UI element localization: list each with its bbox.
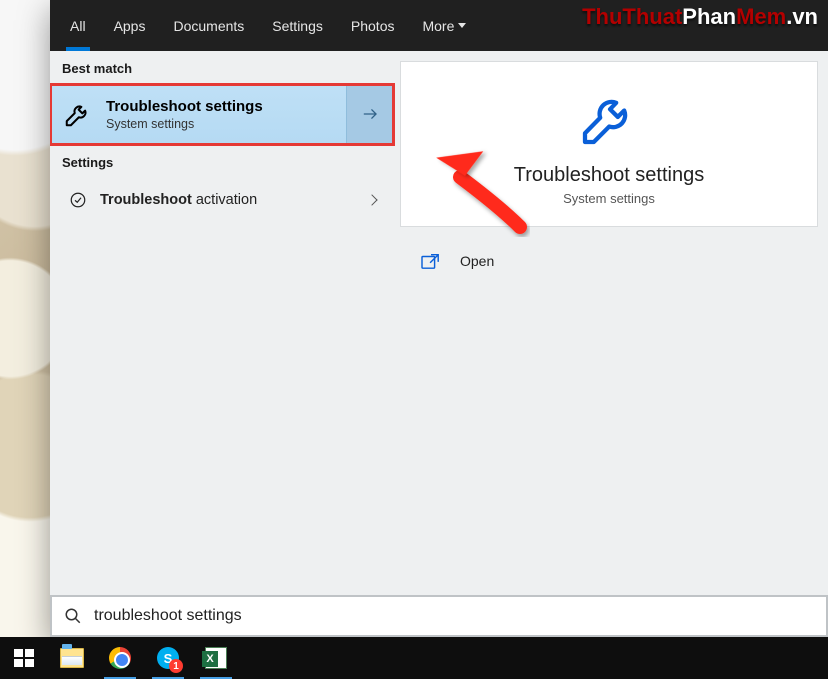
chevron-right-icon bbox=[366, 194, 377, 205]
best-match-result[interactable]: Troubleshoot settings System settings bbox=[50, 84, 394, 145]
tab-all[interactable]: All bbox=[56, 0, 100, 51]
taskbar-excel[interactable] bbox=[192, 637, 240, 679]
tab-settings[interactable]: Settings bbox=[258, 0, 337, 51]
tab-documents[interactable]: Documents bbox=[159, 0, 258, 51]
tab-photos[interactable]: Photos bbox=[337, 0, 409, 51]
chevron-down-icon bbox=[458, 23, 466, 28]
watermark: ThuThuatPhanMem.vn bbox=[582, 4, 818, 30]
wrench-icon bbox=[577, 86, 641, 150]
results-list: Best match Troubleshoot settings System … bbox=[50, 51, 394, 595]
search-filter-tabs: All Apps Documents Settings Photos More … bbox=[50, 0, 828, 51]
start-button[interactable] bbox=[0, 637, 48, 679]
tab-more[interactable]: More bbox=[408, 0, 480, 51]
taskbar-skype[interactable]: S 1 bbox=[144, 637, 192, 679]
notification-badge: 1 bbox=[169, 659, 183, 673]
chrome-icon bbox=[109, 647, 131, 669]
detail-subtitle: System settings bbox=[563, 191, 655, 206]
result-detail-pane: Troubleshoot settings System settings Op… bbox=[394, 51, 828, 595]
tab-more-label: More bbox=[422, 18, 454, 34]
detail-card: Troubleshoot settings System settings bbox=[400, 61, 818, 227]
arrow-right-icon bbox=[361, 104, 381, 124]
expand-result-button[interactable] bbox=[346, 84, 394, 144]
wrench-icon bbox=[60, 96, 96, 132]
check-circle-icon bbox=[60, 191, 96, 209]
results-body: Best match Troubleshoot settings System … bbox=[50, 51, 828, 595]
taskbar-file-explorer[interactable] bbox=[48, 637, 96, 679]
taskbar: S 1 bbox=[0, 637, 828, 679]
best-match-subtitle: System settings bbox=[106, 117, 263, 131]
detail-title: Troubleshoot settings bbox=[514, 164, 704, 187]
start-search-panel: All Apps Documents Settings Photos More … bbox=[50, 0, 828, 637]
skype-icon: S 1 bbox=[157, 647, 179, 669]
taskbar-chrome[interactable] bbox=[96, 637, 144, 679]
open-label: Open bbox=[460, 253, 494, 269]
section-best-match: Best match bbox=[50, 51, 394, 84]
excel-icon bbox=[205, 647, 227, 669]
search-input[interactable] bbox=[94, 607, 820, 625]
detail-actions: Open bbox=[400, 239, 818, 283]
windows-icon bbox=[12, 646, 36, 670]
search-bar[interactable] bbox=[50, 595, 828, 637]
tab-apps[interactable]: Apps bbox=[100, 0, 160, 51]
result-label: Troubleshoot activation bbox=[100, 192, 368, 208]
section-settings: Settings bbox=[50, 145, 394, 178]
desktop-wallpaper bbox=[0, 0, 50, 637]
best-match-title: Troubleshoot settings bbox=[106, 98, 263, 115]
open-button[interactable]: Open bbox=[400, 239, 818, 283]
open-external-icon bbox=[420, 252, 442, 270]
result-troubleshoot-activation[interactable]: Troubleshoot activation bbox=[50, 178, 394, 222]
search-icon bbox=[64, 607, 82, 625]
file-explorer-icon bbox=[60, 648, 84, 668]
